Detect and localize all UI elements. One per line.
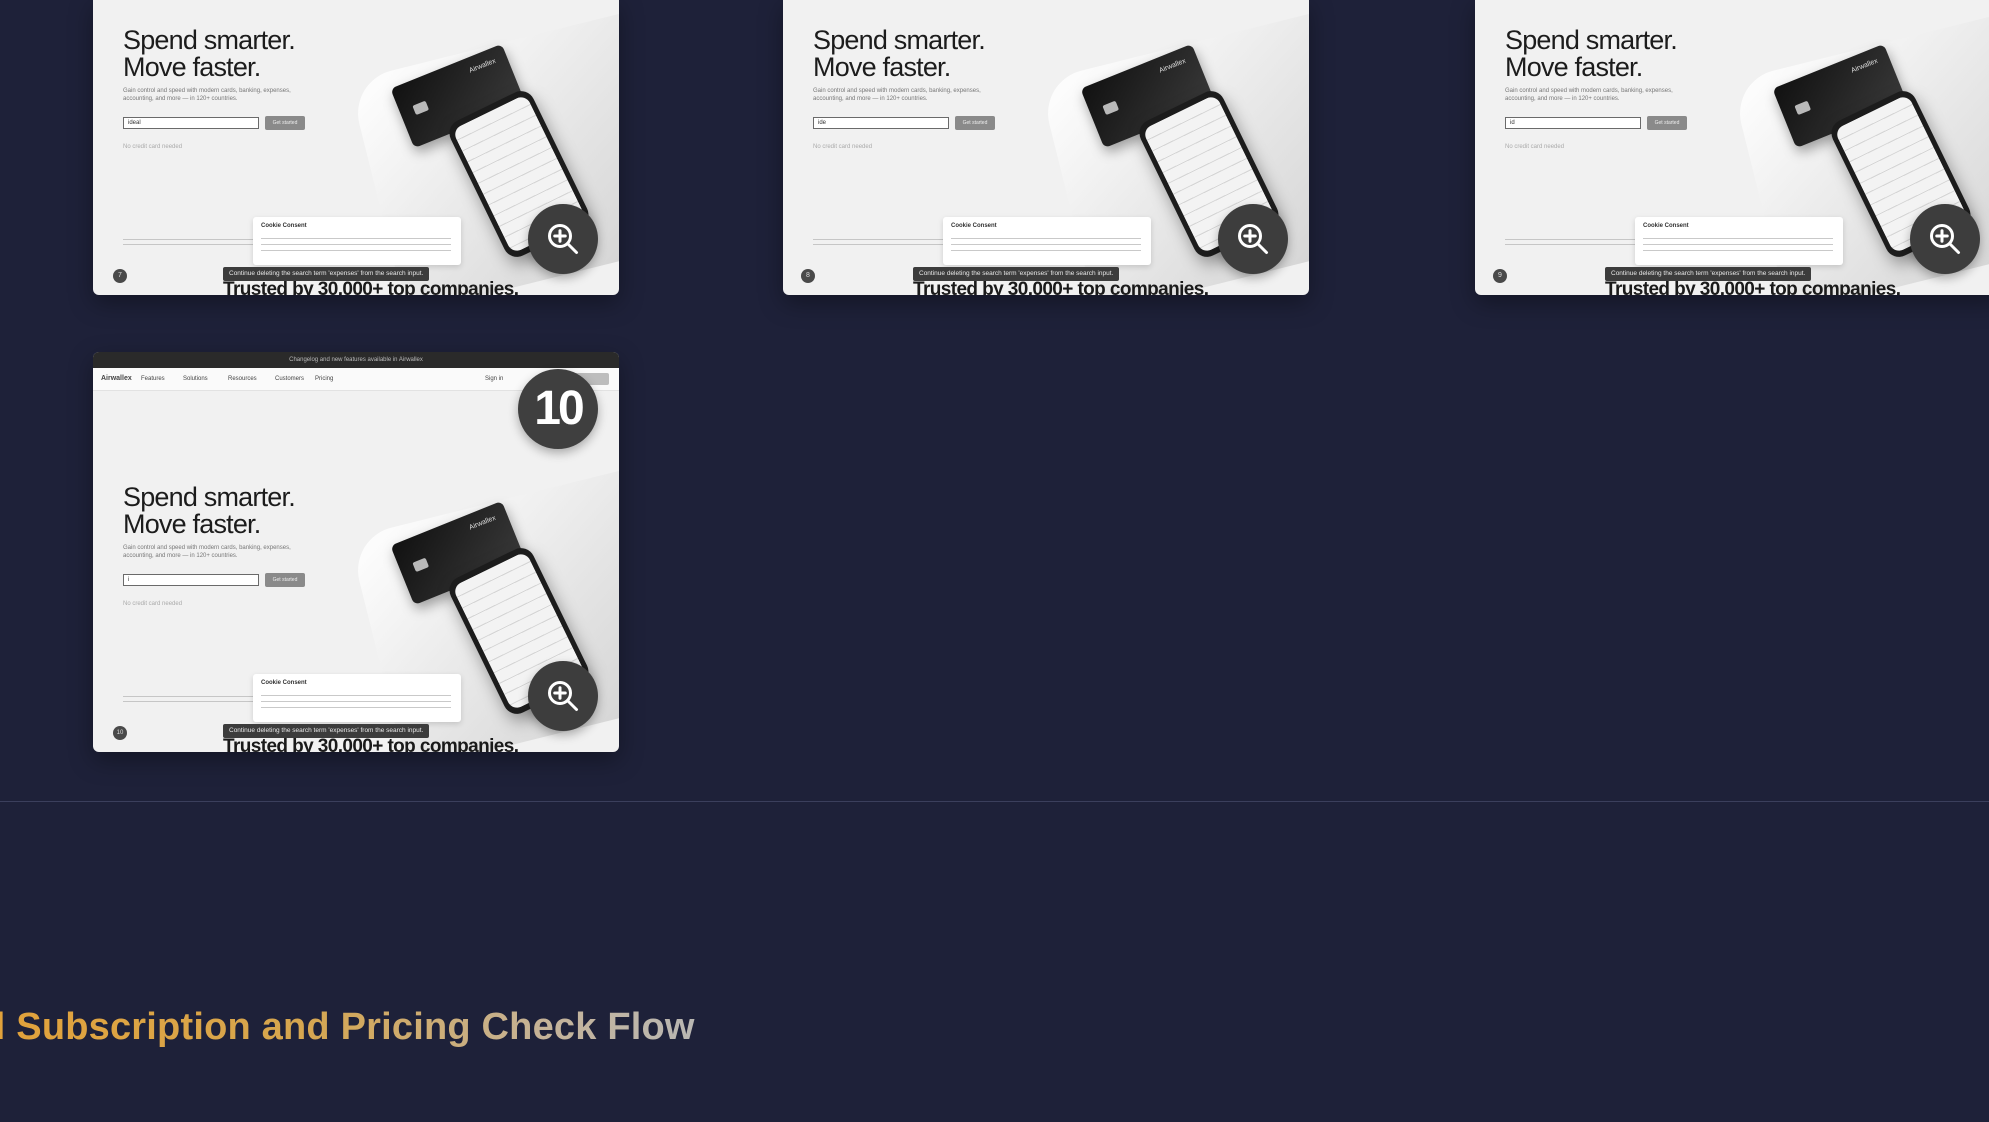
no-card-note: No credit card needed (813, 144, 873, 150)
trusted-banner: Trusted by 30,000+ top companies. (1605, 279, 1901, 295)
email-field: i (123, 574, 259, 586)
trusted-banner: Trusted by 30,000+ top companies. (223, 279, 519, 295)
get-started-button: Get started (1647, 116, 1687, 130)
get-started-button: Get started (265, 573, 305, 587)
brand-logo: Airwallex (101, 375, 132, 382)
section-divider (0, 801, 1989, 802)
cookie-banner: Cookie Consent (943, 217, 1151, 265)
get-started-button: Get started (265, 116, 305, 130)
flow-section-title: il Subscription and Pricing Check Flow (0, 1006, 695, 1049)
cookie-title: Cookie Consent (1643, 223, 1689, 229)
nav-link-signin: Sign in (485, 376, 504, 382)
step-indicator: 7 (113, 269, 127, 283)
hero-headline-line2: Move faster. (123, 509, 261, 539)
email-field: ide (813, 117, 949, 129)
hero-headline-line2: Move faster. (123, 52, 261, 82)
zoom-in-button[interactable] (528, 661, 598, 731)
hero-headline-line2: Move faster. (1505, 52, 1643, 82)
nav-link-features: Features (141, 376, 165, 382)
footnote-text (123, 692, 253, 706)
cookie-title: Cookie Consent (261, 680, 307, 686)
cookie-title: Cookie Consent (261, 223, 307, 229)
hero-headline-line1: Spend smarter. (123, 482, 296, 512)
hero-subtitle: Gain control and speed with modern cards… (123, 545, 291, 559)
zoom-in-button[interactable] (1218, 204, 1288, 274)
no-card-note: No credit card needed (123, 601, 183, 607)
zoom-in-button[interactable] (1910, 204, 1980, 274)
nav-link-resources: Resources (228, 376, 257, 382)
footnote-text (813, 235, 943, 249)
hero-subtitle: Gain control and speed with modern cards… (813, 88, 981, 102)
cookie-title: Cookie Consent (951, 223, 997, 229)
footnote-text (123, 235, 253, 249)
footnote-text (1505, 235, 1635, 249)
zoom-in-button[interactable] (528, 204, 598, 274)
zoom-in-icon (1238, 224, 1268, 254)
screenshot-card[interactable]: Spend smarter. Move faster. Gain control… (1475, 0, 1989, 295)
cookie-banner: Cookie Consent (253, 674, 461, 722)
step-number-badge: 10 (518, 369, 598, 449)
step-indicator: 10 (113, 726, 127, 740)
nav-link-customers: Customers (275, 376, 305, 382)
hero-subtitle: Gain control and speed with modern cards… (123, 88, 291, 102)
email-field: ideal (123, 117, 259, 129)
trusted-banner: Trusted by 30,000+ top companies. (913, 279, 1209, 295)
hero-headline-line2: Move faster. (813, 52, 951, 82)
email-field: id (1505, 117, 1641, 129)
no-card-note: No credit card needed (123, 144, 183, 150)
cookie-banner: Cookie Consent (1635, 217, 1843, 265)
screenshot-card[interactable]: Spend smarter. Move faster. Gain control… (783, 0, 1309, 295)
zoom-in-icon (1930, 224, 1960, 254)
trusted-banner: Trusted by 30,000+ top companies. (223, 736, 519, 752)
cookie-banner: Cookie Consent (253, 217, 461, 265)
get-started-button: Get started (955, 116, 995, 130)
screenshot-card[interactable]: Changelog and new features available in … (93, 352, 619, 752)
nav-link-pricing: Pricing (315, 376, 334, 382)
step-indicator: 8 (801, 269, 815, 283)
screenshot-card[interactable]: Spend smarter. Move faster. Gain control… (93, 0, 619, 295)
nav-link-solutions: Solutions (183, 376, 208, 382)
announcement-bar: Changelog and new features available in … (93, 352, 619, 368)
no-card-note: No credit card needed (1505, 144, 1565, 150)
hero-headline-line1: Spend smarter. (1505, 25, 1678, 55)
hero-headline-line1: Spend smarter. (123, 25, 296, 55)
hero-headline-line1: Spend smarter. (813, 25, 986, 55)
hero-subtitle: Gain control and speed with modern cards… (1505, 88, 1673, 102)
step-indicator: 9 (1493, 269, 1507, 283)
zoom-in-icon (548, 224, 578, 254)
zoom-in-icon (548, 681, 578, 711)
